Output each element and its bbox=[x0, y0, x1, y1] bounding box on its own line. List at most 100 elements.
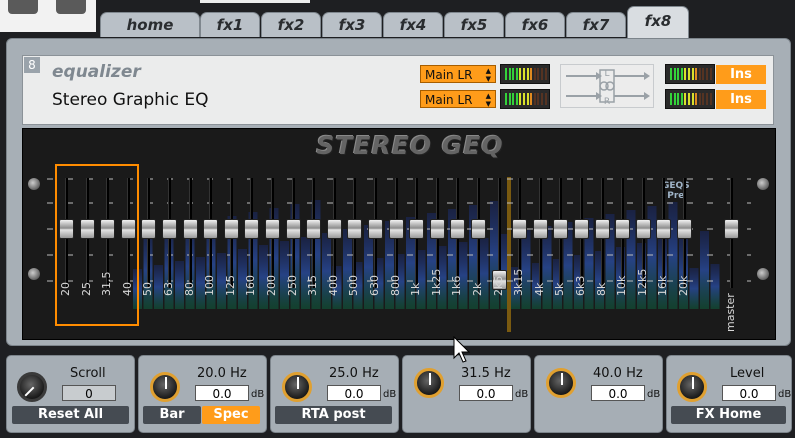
fader-250[interactable] bbox=[285, 219, 301, 239]
fader-16k[interactable] bbox=[656, 219, 672, 239]
fader-125[interactable] bbox=[223, 219, 239, 239]
fader-2k[interactable] bbox=[471, 219, 486, 239]
rta-bar bbox=[710, 264, 720, 309]
meter-segment bbox=[519, 68, 522, 80]
fader-1k6[interactable] bbox=[450, 219, 466, 239]
band-label: 50 bbox=[141, 282, 155, 296]
insert-button-bottom[interactable]: Ins bbox=[716, 90, 766, 109]
tab-fx1[interactable]: fx1 bbox=[200, 12, 260, 37]
fx-home-button[interactable]: FX Home bbox=[671, 406, 786, 424]
insert-button-top[interactable]: Ins bbox=[716, 65, 766, 84]
scroll-knob[interactable] bbox=[17, 372, 47, 402]
fader-12k5[interactable] bbox=[635, 219, 651, 239]
meter-segment bbox=[512, 93, 515, 105]
param4-label: 40.0 Hz bbox=[593, 366, 643, 381]
tab-home[interactable]: home bbox=[100, 12, 200, 37]
meter-segment bbox=[670, 68, 672, 80]
band-label: 315 bbox=[306, 275, 320, 296]
fader-5k[interactable] bbox=[553, 219, 569, 239]
band-label: 125 bbox=[223, 275, 237, 296]
level-knob[interactable] bbox=[677, 372, 707, 402]
fader-3k15[interactable] bbox=[512, 219, 528, 239]
meter-segment bbox=[515, 93, 518, 105]
stereo-link-diagram[interactable]: L R bbox=[560, 64, 654, 108]
spec-mode-button[interactable]: Spec bbox=[202, 406, 260, 424]
param2-knob[interactable] bbox=[282, 372, 312, 402]
fader-63[interactable] bbox=[162, 219, 177, 239]
app-logo bbox=[0, 0, 96, 32]
meter-segment bbox=[670, 93, 672, 105]
fader-50[interactable] bbox=[141, 219, 157, 239]
tab-fx7[interactable]: fx7 bbox=[566, 12, 626, 37]
meter-segment bbox=[544, 68, 547, 80]
output-route-value: Main LR bbox=[425, 93, 473, 107]
band-label: 500 bbox=[347, 275, 361, 296]
updown-arrow-icon: ▲ ▼ bbox=[485, 92, 491, 108]
param2-unit: dB bbox=[383, 389, 397, 400]
rta-bar bbox=[343, 229, 352, 309]
fader-315[interactable] bbox=[306, 219, 322, 239]
meter-segment bbox=[709, 68, 712, 80]
fader-1k[interactable] bbox=[409, 219, 425, 239]
param1-unit: dB bbox=[251, 389, 265, 400]
param2-value[interactable]: 0.0 bbox=[327, 385, 381, 401]
screw-icon bbox=[757, 268, 769, 280]
meter-segment bbox=[537, 68, 540, 80]
rta-bar bbox=[479, 238, 489, 309]
output-route-select[interactable]: Main LR ▲ ▼ bbox=[420, 90, 496, 108]
tab-fx4[interactable]: fx4 bbox=[383, 12, 443, 37]
updown-arrow-icon: ▲ ▼ bbox=[485, 67, 491, 83]
param4-unit: dB bbox=[647, 389, 661, 400]
geq-title: STEREO GEQ bbox=[316, 131, 504, 160]
fader-1k25[interactable] bbox=[429, 219, 445, 239]
param3-value[interactable]: 0.0 bbox=[459, 385, 513, 401]
param3-knob[interactable] bbox=[414, 368, 444, 398]
fader-6k3[interactable] bbox=[574, 219, 589, 239]
tab-fx5[interactable]: fx5 bbox=[444, 12, 504, 37]
input-route-select[interactable]: Main LR ▲ ▼ bbox=[420, 65, 496, 83]
meter-segment bbox=[544, 93, 547, 105]
band-label: 160 bbox=[244, 275, 258, 296]
fader-8k[interactable] bbox=[594, 219, 610, 239]
band-label: 3k15 bbox=[512, 268, 526, 296]
fader-100[interactable] bbox=[203, 219, 219, 239]
meter-segment bbox=[537, 93, 540, 105]
meter-segment bbox=[698, 68, 701, 80]
param1-value[interactable]: 0.0 bbox=[195, 385, 249, 401]
tab-strip-line bbox=[200, 0, 310, 3]
meter-segment bbox=[684, 68, 687, 80]
fader-500[interactable] bbox=[347, 219, 363, 239]
input-meter-left bbox=[500, 64, 550, 84]
rta-post-button[interactable]: RTA post bbox=[275, 406, 392, 424]
fader-160[interactable] bbox=[244, 219, 260, 239]
meter-segment bbox=[695, 93, 698, 105]
fader-80[interactable] bbox=[182, 219, 198, 239]
fader-10k[interactable] bbox=[615, 219, 631, 239]
meter-segment bbox=[677, 93, 680, 105]
param1-knob[interactable] bbox=[150, 372, 180, 402]
master-fader[interactable] bbox=[724, 219, 739, 239]
tab-fx8[interactable]: fx8 bbox=[627, 6, 689, 39]
level-unit: dB bbox=[778, 389, 792, 400]
fader-200[interactable] bbox=[265, 219, 280, 239]
band-label: 12k5 bbox=[635, 268, 649, 296]
input-route-value: Main LR bbox=[425, 68, 473, 82]
meter-segment bbox=[702, 68, 705, 80]
band-label: 6k3 bbox=[574, 275, 587, 296]
meter-segment bbox=[508, 68, 511, 80]
fader-400[interactable] bbox=[326, 219, 342, 239]
reset-all-button[interactable]: Reset All bbox=[12, 406, 129, 424]
param4-value[interactable]: 0.0 bbox=[591, 385, 645, 401]
bar-mode-button[interactable]: Bar bbox=[143, 406, 201, 424]
meter-segment bbox=[505, 68, 507, 80]
fader-20k[interactable] bbox=[677, 219, 692, 239]
tab-fx2[interactable]: fx2 bbox=[261, 12, 321, 37]
level-value[interactable]: 0.0 bbox=[722, 385, 776, 401]
fader-800[interactable] bbox=[388, 219, 404, 239]
fader-4k[interactable] bbox=[532, 219, 548, 239]
tab-fx6[interactable]: fx6 bbox=[505, 12, 565, 37]
effect-name: Stereo Graphic EQ bbox=[52, 90, 209, 110]
param4-knob[interactable] bbox=[546, 368, 576, 398]
fader-630[interactable] bbox=[368, 219, 383, 239]
tab-fx3[interactable]: fx3 bbox=[322, 12, 382, 37]
